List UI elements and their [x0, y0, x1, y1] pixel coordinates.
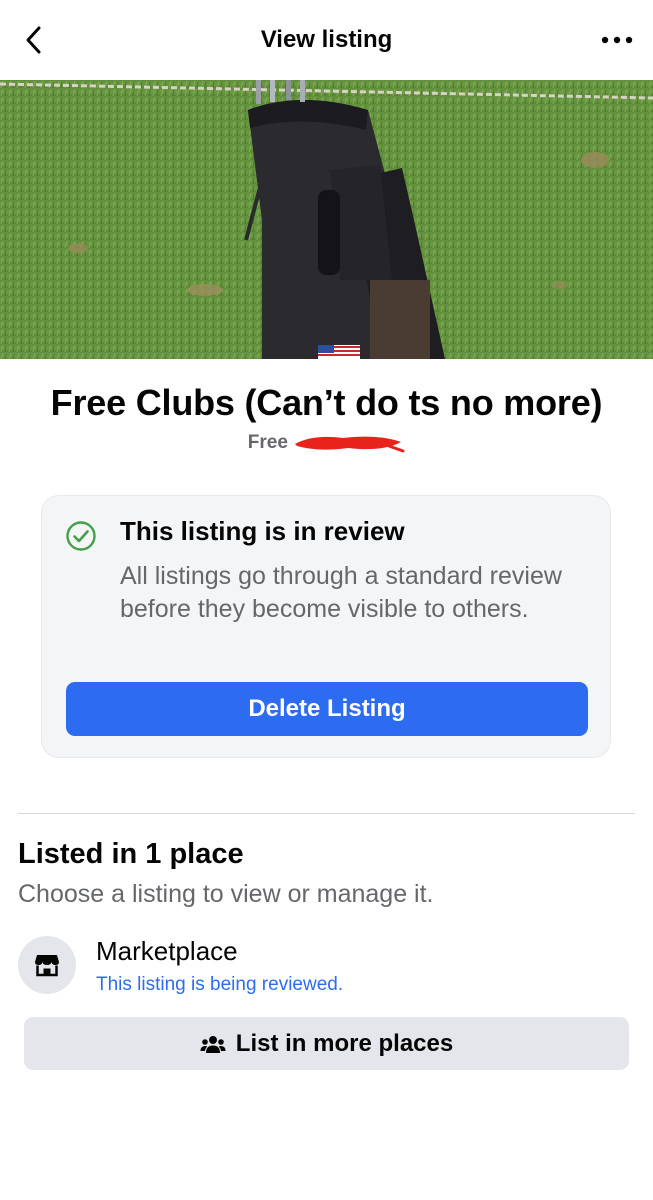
review-notice-card: This listing is in review All listings g… — [41, 495, 611, 758]
listing-title: Free Clubs (Can’t do ts no more) — [50, 382, 603, 423]
review-description: All listings go through a standard revie… — [120, 562, 562, 623]
listing-price-row: Free — [0, 432, 653, 454]
more-options-button[interactable] — [595, 22, 639, 58]
section-divider — [18, 813, 635, 814]
people-group-icon — [200, 1035, 226, 1053]
redaction-scribble — [295, 436, 405, 453]
top-navigation-bar: View listing — [0, 0, 653, 80]
place-status: This listing is being reviewed. — [96, 974, 344, 995]
place-item-marketplace[interactable]: Marketplace This listing is being review… — [18, 934, 635, 998]
places-title: Listed in 1 place — [18, 838, 244, 870]
golf-bag-photo — [0, 80, 653, 359]
more-dots-icon — [601, 36, 633, 44]
page-title: View listing — [260, 26, 393, 53]
storefront-icon — [35, 955, 59, 977]
list-in-more-places-label: List in more places — [235, 1029, 454, 1057]
list-in-more-places-button[interactable]: List in more places — [24, 1017, 629, 1070]
place-name: Marketplace — [96, 936, 238, 966]
places-subtitle: Choose a listing to view or manage it. — [18, 880, 434, 908]
review-heading: This listing is in review — [120, 516, 405, 546]
listing-photo[interactable] — [0, 80, 653, 359]
check-circle-icon — [66, 521, 96, 551]
place-icon-wrapper — [18, 936, 76, 994]
delete-listing-button[interactable]: Delete Listing — [66, 682, 588, 736]
listing-price: Free — [247, 432, 288, 454]
